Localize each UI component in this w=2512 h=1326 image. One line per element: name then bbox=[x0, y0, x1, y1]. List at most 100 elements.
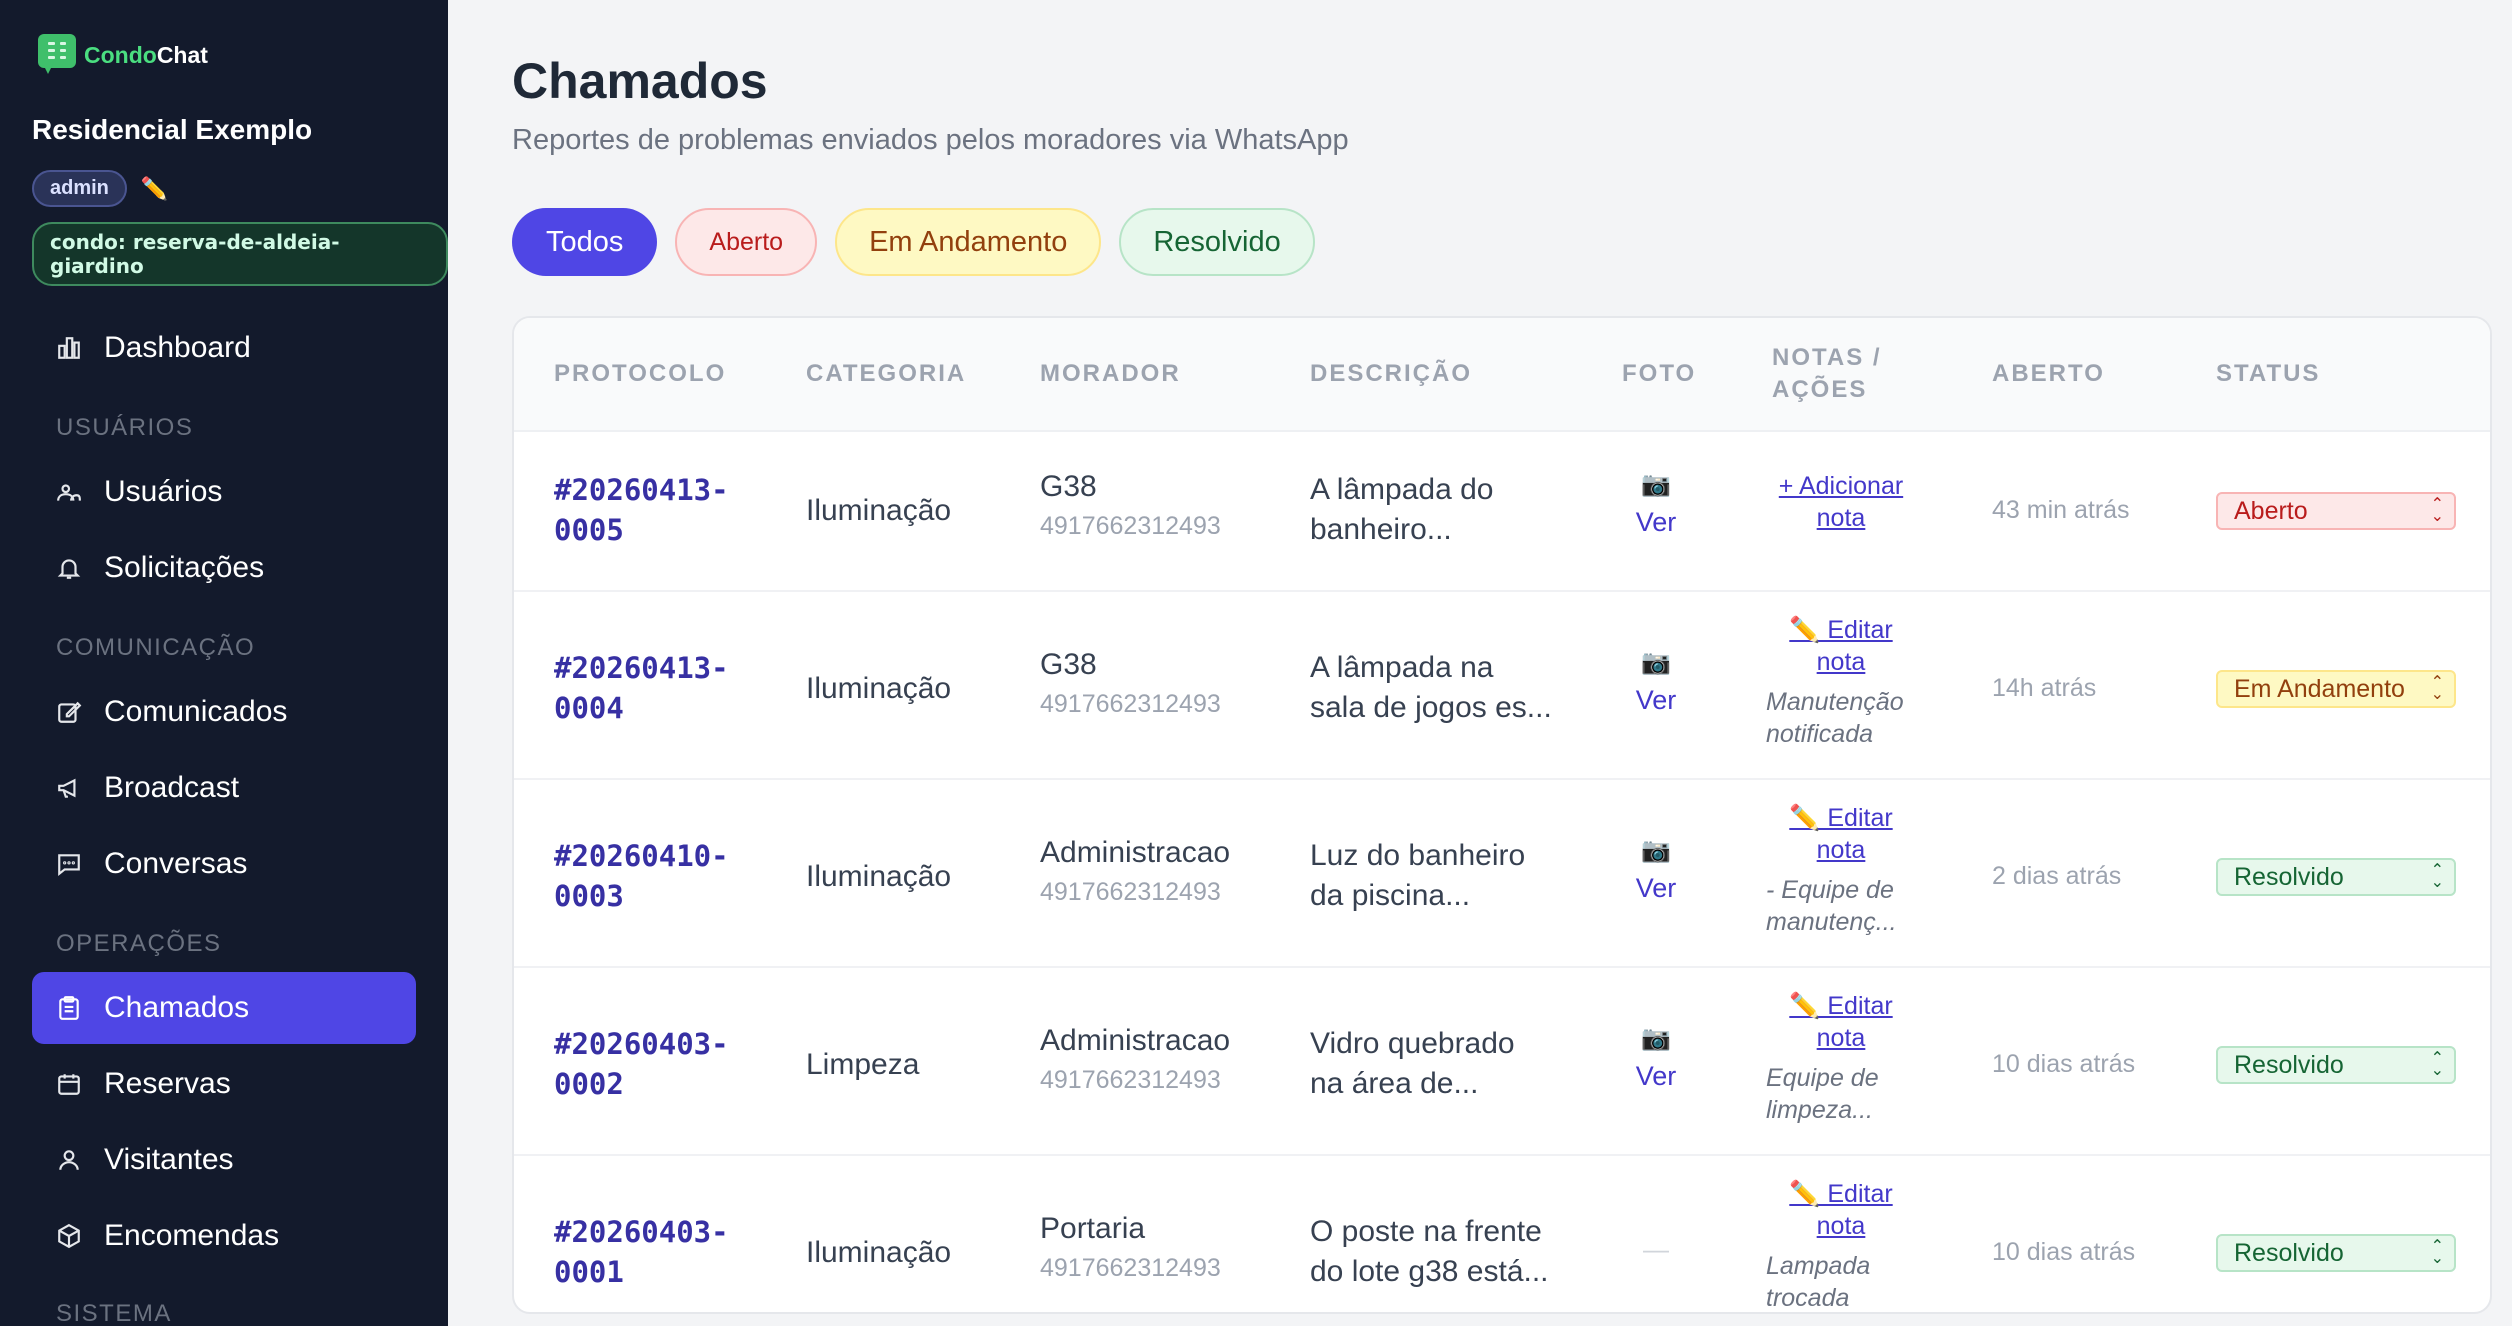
protocol-link[interactable]: #20260403- 0001 bbox=[554, 1212, 754, 1292]
add-note-link[interactable]: + Adicionar nota bbox=[1766, 470, 1916, 534]
filter-aberto[interactable]: Aberto bbox=[675, 208, 818, 276]
sidebar-item-dashboard[interactable]: Dashboard bbox=[32, 312, 416, 384]
descricao: A lâmpada na sala de jogos es... bbox=[1310, 651, 1552, 724]
ver-foto-link[interactable]: Ver bbox=[1606, 685, 1706, 716]
megaphone-icon bbox=[56, 775, 82, 801]
filter-em-andamento[interactable]: Em Andamento bbox=[835, 208, 1102, 276]
sidebar: CondoChat Residencial Exemplo admin ✏️ c… bbox=[0, 0, 448, 1326]
edit-note-link[interactable]: ✏️ Editar nota bbox=[1766, 990, 1916, 1054]
page-subtitle: Reportes de problemas enviados pelos mor… bbox=[512, 124, 1349, 156]
notas-cell: ✏️ Editar nota Lampada trocada bbox=[1766, 1178, 1916, 1312]
sidebar-item-label: Visitantes bbox=[104, 1143, 234, 1176]
camera-icon: 📷 bbox=[1641, 649, 1671, 676]
sidebar-item-usuarios[interactable]: Usuários bbox=[32, 456, 416, 528]
bell-icon bbox=[56, 555, 82, 581]
note-text: Equipe de limpeza... bbox=[1766, 1064, 1879, 1124]
foto-cell: — bbox=[1606, 1234, 1706, 1265]
package-icon bbox=[56, 1223, 82, 1249]
status-select[interactable]: Aberto ⌃ ⌄ bbox=[2216, 492, 2456, 530]
edit-square-icon bbox=[56, 699, 82, 725]
foto-cell: 📷 Ver bbox=[1606, 1024, 1706, 1092]
chevron-updown-icon: ⌃ ⌄ bbox=[2430, 862, 2444, 891]
table-row[interactable]: #20260403- 0001 Iluminação Portaria 491766… bbox=[514, 1156, 2490, 1312]
sidebar-item-label: Chamados bbox=[104, 991, 250, 1024]
table-row[interactable]: #20260413- 0004 Iluminação G38 49176623124… bbox=[514, 592, 2490, 780]
edit-note-link[interactable]: ✏️ Editar nota bbox=[1766, 802, 1916, 866]
note-text: - Equipe de manutenç... bbox=[1766, 876, 1897, 936]
header-foto: FOTO bbox=[1622, 360, 1697, 387]
morador: Administracao 4917662312493 bbox=[1040, 1024, 1231, 1094]
aberto-time: 10 dias atrás bbox=[1992, 1050, 2136, 1078]
descricao: O poste na frente do lote g38 está... bbox=[1310, 1215, 1549, 1288]
sidebar-item-comunicados[interactable]: Comunicados bbox=[32, 676, 416, 748]
sidebar-item-label: Reservas bbox=[104, 1067, 231, 1100]
brand-logo[interactable]: CondoChat bbox=[38, 34, 208, 76]
status-select[interactable]: Resolvido ⌃ ⌄ bbox=[2216, 1234, 2456, 1272]
chevron-updown-icon: ⌃ ⌄ bbox=[2430, 496, 2444, 525]
descricao: A lâmpada do banheiro... bbox=[1310, 473, 1494, 546]
camera-icon: 📷 bbox=[1641, 837, 1671, 864]
section-sistema: SISTEMA bbox=[56, 1300, 172, 1326]
table-row[interactable]: #20260403- 0002 Limpeza Administracao 4917… bbox=[514, 968, 2490, 1156]
sidebar-item-label: Solicitações bbox=[104, 551, 265, 584]
categoria: Limpeza bbox=[806, 1048, 920, 1081]
header-categoria: CATEGORIA bbox=[806, 360, 967, 387]
sidebar-item-label: Comunicados bbox=[104, 695, 288, 728]
status-filters: Todos Aberto Em Andamento Resolvido bbox=[512, 208, 1315, 276]
ver-foto-link[interactable]: Ver bbox=[1606, 507, 1706, 538]
condochat-logo-icon bbox=[38, 34, 76, 76]
condo-title: Residencial Exemplo bbox=[32, 114, 313, 145]
chamados-table: PROTOCOLO CATEGORIA MORADOR DESCRIÇÃO FO… bbox=[512, 316, 2492, 1314]
sidebar-item-label: Encomendas bbox=[104, 1219, 280, 1252]
header-morador: MORADOR bbox=[1040, 360, 1181, 387]
aberto-time: 43 min atrás bbox=[1992, 496, 2130, 524]
role-badge: admin bbox=[32, 170, 127, 207]
edit-note-link[interactable]: ✏️ Editar nota bbox=[1766, 1178, 1916, 1242]
section-comunicacao: COMUNICAÇÃO bbox=[56, 634, 256, 661]
sidebar-item-label: Broadcast bbox=[104, 771, 240, 804]
chevron-updown-icon: ⌃ ⌄ bbox=[2430, 1050, 2444, 1079]
pencil-icon[interactable]: ✏️ bbox=[141, 176, 168, 202]
note-text: Lampada trocada bbox=[1766, 1252, 1871, 1312]
sidebar-item-conversas[interactable]: Conversas bbox=[32, 828, 416, 900]
note-text: Manutenção notificada bbox=[1766, 688, 1904, 748]
categoria: Iluminação bbox=[806, 494, 952, 527]
table-header: PROTOCOLO CATEGORIA MORADOR DESCRIÇÃO FO… bbox=[514, 318, 2490, 432]
status-select[interactable]: Resolvido ⌃ ⌄ bbox=[2216, 1046, 2456, 1084]
header-descricao: DESCRIÇÃO bbox=[1310, 360, 1473, 387]
header-protocolo: PROTOCOLO bbox=[554, 360, 727, 387]
sidebar-item-label: Conversas bbox=[104, 847, 248, 880]
filter-todos[interactable]: Todos bbox=[512, 208, 658, 276]
aberto-time: 14h atrás bbox=[1992, 674, 2097, 702]
ver-foto-link[interactable]: Ver bbox=[1606, 1061, 1706, 1092]
brand-name: CondoChat bbox=[84, 41, 208, 68]
categoria: Iluminação bbox=[806, 860, 952, 893]
sidebar-item-chamados[interactable]: Chamados bbox=[32, 972, 416, 1044]
sidebar-item-reservas[interactable]: Reservas bbox=[32, 1048, 416, 1120]
calendar-icon bbox=[56, 1071, 82, 1097]
table-row[interactable]: #20260413- 0005 Iluminação G38 49176623124… bbox=[514, 432, 2490, 592]
sidebar-item-label: Usuários bbox=[104, 475, 223, 508]
sidebar-item-solicitacoes[interactable]: Solicitações bbox=[32, 532, 416, 604]
sidebar-item-visitantes[interactable]: Visitantes bbox=[32, 1124, 416, 1196]
protocol-link[interactable]: #20260403- 0002 bbox=[554, 1024, 754, 1104]
main-content: Chamados Reportes de problemas enviados … bbox=[448, 0, 2512, 1326]
chart-bar-icon bbox=[56, 335, 82, 361]
status-select[interactable]: Em Andamento ⌃ ⌄ bbox=[2216, 670, 2456, 708]
notas-cell: ✏️ Editar nota - Equipe de manutenç... bbox=[1766, 802, 1916, 938]
protocol-link[interactable]: #20260413- 0004 bbox=[554, 648, 754, 728]
chevron-updown-icon: ⌃ ⌄ bbox=[2430, 674, 2444, 703]
status-select[interactable]: Resolvido ⌃ ⌄ bbox=[2216, 858, 2456, 896]
camera-icon: 📷 bbox=[1641, 471, 1671, 498]
sidebar-item-broadcast[interactable]: Broadcast bbox=[32, 752, 416, 824]
filter-resolvido[interactable]: Resolvido bbox=[1119, 208, 1315, 276]
no-photo-dash: — bbox=[1643, 1234, 1669, 1264]
notas-cell: + Adicionar nota bbox=[1766, 470, 1916, 534]
protocol-link[interactable]: #20260413- 0005 bbox=[554, 470, 754, 550]
foto-cell: 📷 Ver bbox=[1606, 836, 1706, 904]
edit-note-link[interactable]: ✏️ Editar nota bbox=[1766, 614, 1916, 678]
table-row[interactable]: #20260410- 0003 Iluminação Administracao 4… bbox=[514, 780, 2490, 968]
protocol-link[interactable]: #20260410- 0003 bbox=[554, 836, 754, 916]
sidebar-item-encomendas[interactable]: Encomendas bbox=[32, 1200, 416, 1272]
ver-foto-link[interactable]: Ver bbox=[1606, 873, 1706, 904]
